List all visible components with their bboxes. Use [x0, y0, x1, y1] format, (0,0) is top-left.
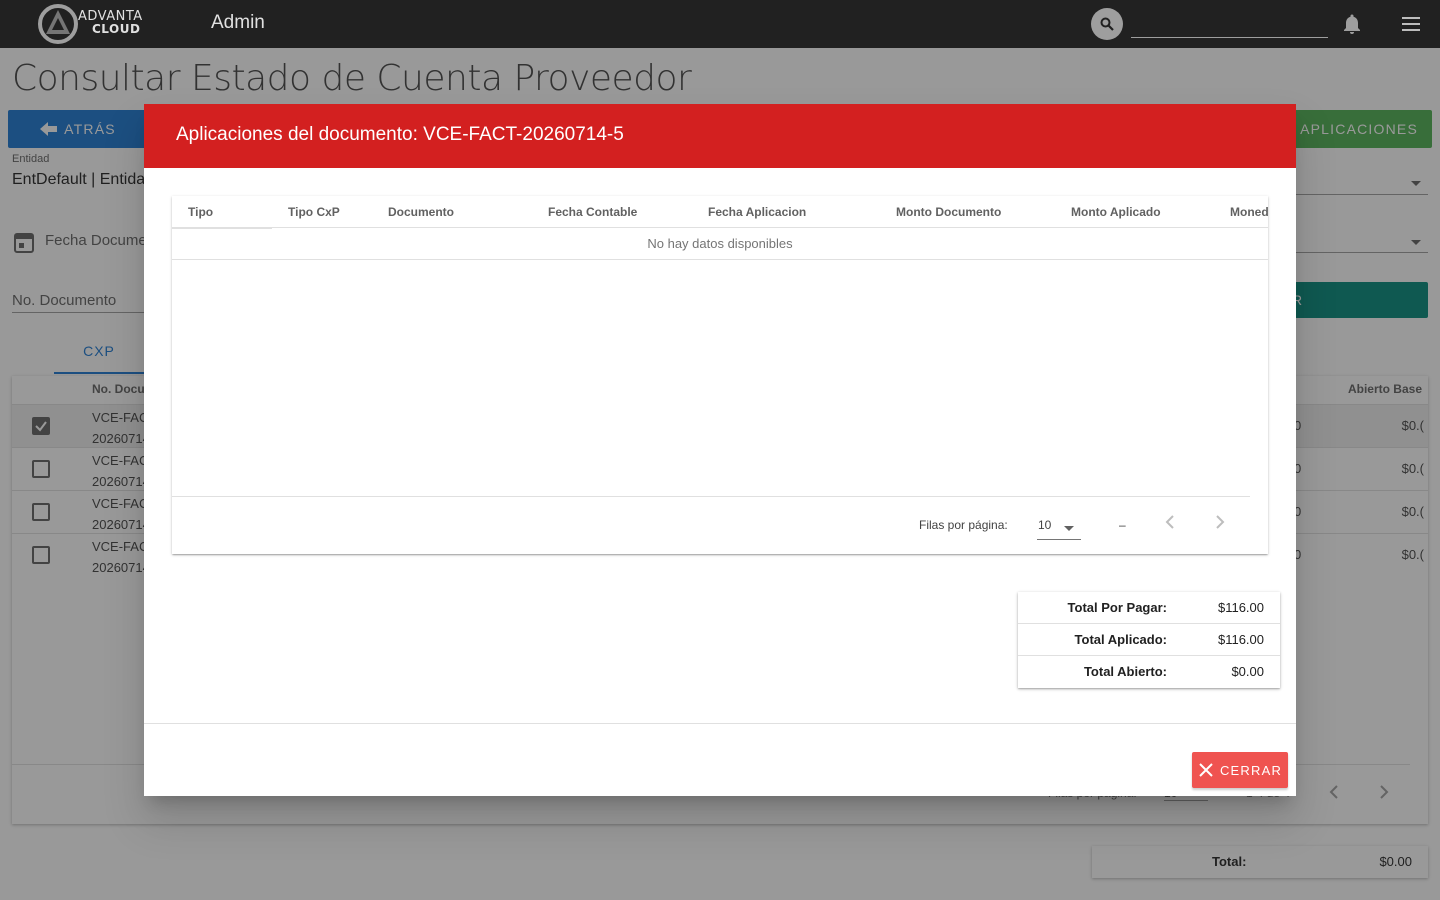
app-name: Admin	[211, 12, 265, 33]
total-aplicado-label: Total Aplicado:	[1074, 632, 1167, 647]
close-button[interactable]: CERRAR	[1192, 752, 1288, 788]
brand-line-2: CLOUD	[92, 22, 141, 36]
applications-dialog: Aplicaciones del documento: VCE-FACT-202…	[144, 104, 1296, 796]
column-header-monto-documento[interactable]: Monto Documento	[896, 205, 1001, 219]
totals-card: Total Por Pagar: $116.00 Total Aplicado:…	[1018, 592, 1280, 688]
total-abierto-value: $0.00	[1231, 664, 1264, 679]
chevron-right-icon[interactable]	[1214, 514, 1226, 535]
chevron-down-icon	[1063, 520, 1075, 538]
column-header-tipo-cxp[interactable]: Tipo CxP	[288, 205, 340, 219]
rows-per-page-value: 10	[1038, 518, 1052, 532]
search-input[interactable]	[1131, 12, 1328, 38]
chevron-left-icon[interactable]	[1164, 514, 1176, 535]
top-bar: ADVANTA CLOUD Admin	[0, 0, 1440, 48]
column-header-moneda[interactable]: Moned	[1230, 205, 1268, 219]
search-icon	[1100, 17, 1114, 31]
dialog-footer-divider	[144, 723, 1296, 724]
dialog-header: Aplicaciones del documento: VCE-FACT-202…	[144, 104, 1296, 168]
pagination-range: –	[1119, 518, 1126, 532]
column-header-monto-aplicado[interactable]: Monto Aplicado	[1071, 205, 1161, 219]
total-aplicado-row: Total Aplicado: $116.00	[1018, 624, 1280, 656]
applications-table-card: Tipo Tipo CxP Documento Fecha Contable F…	[172, 196, 1268, 554]
brand-name: ADVANTA CLOUD	[78, 10, 143, 36]
close-button-label: CERRAR	[1219, 762, 1283, 778]
total-abierto-row: Total Abierto: $0.00	[1018, 656, 1280, 688]
dialog-title: Aplicaciones del documento: VCE-FACT-202…	[176, 124, 624, 145]
rows-per-page-label: Filas por página:	[919, 518, 1008, 532]
hamburger-menu-icon[interactable]	[1400, 14, 1422, 39]
column-header-documento[interactable]: Documento	[388, 205, 454, 219]
advanta-logo[interactable]	[36, 4, 80, 44]
total-por-pagar-row: Total Por Pagar: $116.00	[1018, 592, 1280, 624]
rows-per-page-select[interactable]: 10	[1037, 512, 1081, 540]
search-button[interactable]	[1091, 8, 1123, 40]
close-icon	[1199, 763, 1213, 777]
total-aplicado-value: $116.00	[1217, 632, 1264, 647]
notifications-bell-icon[interactable]	[1340, 12, 1364, 41]
column-header-fecha-contable[interactable]: Fecha Contable	[548, 205, 637, 219]
total-abierto-label: Total Abierto:	[1083, 664, 1167, 679]
total-por-pagar-value: $116.00	[1217, 600, 1264, 615]
column-header-fecha-aplicacion[interactable]: Fecha Aplicacion	[708, 205, 806, 219]
total-por-pagar-label: Total Por Pagar:	[1067, 600, 1167, 615]
empty-table-message: No hay datos disponibles	[172, 228, 1268, 260]
column-header-tipo[interactable]: Tipo	[188, 205, 213, 219]
table-footer-divider	[172, 496, 1250, 497]
